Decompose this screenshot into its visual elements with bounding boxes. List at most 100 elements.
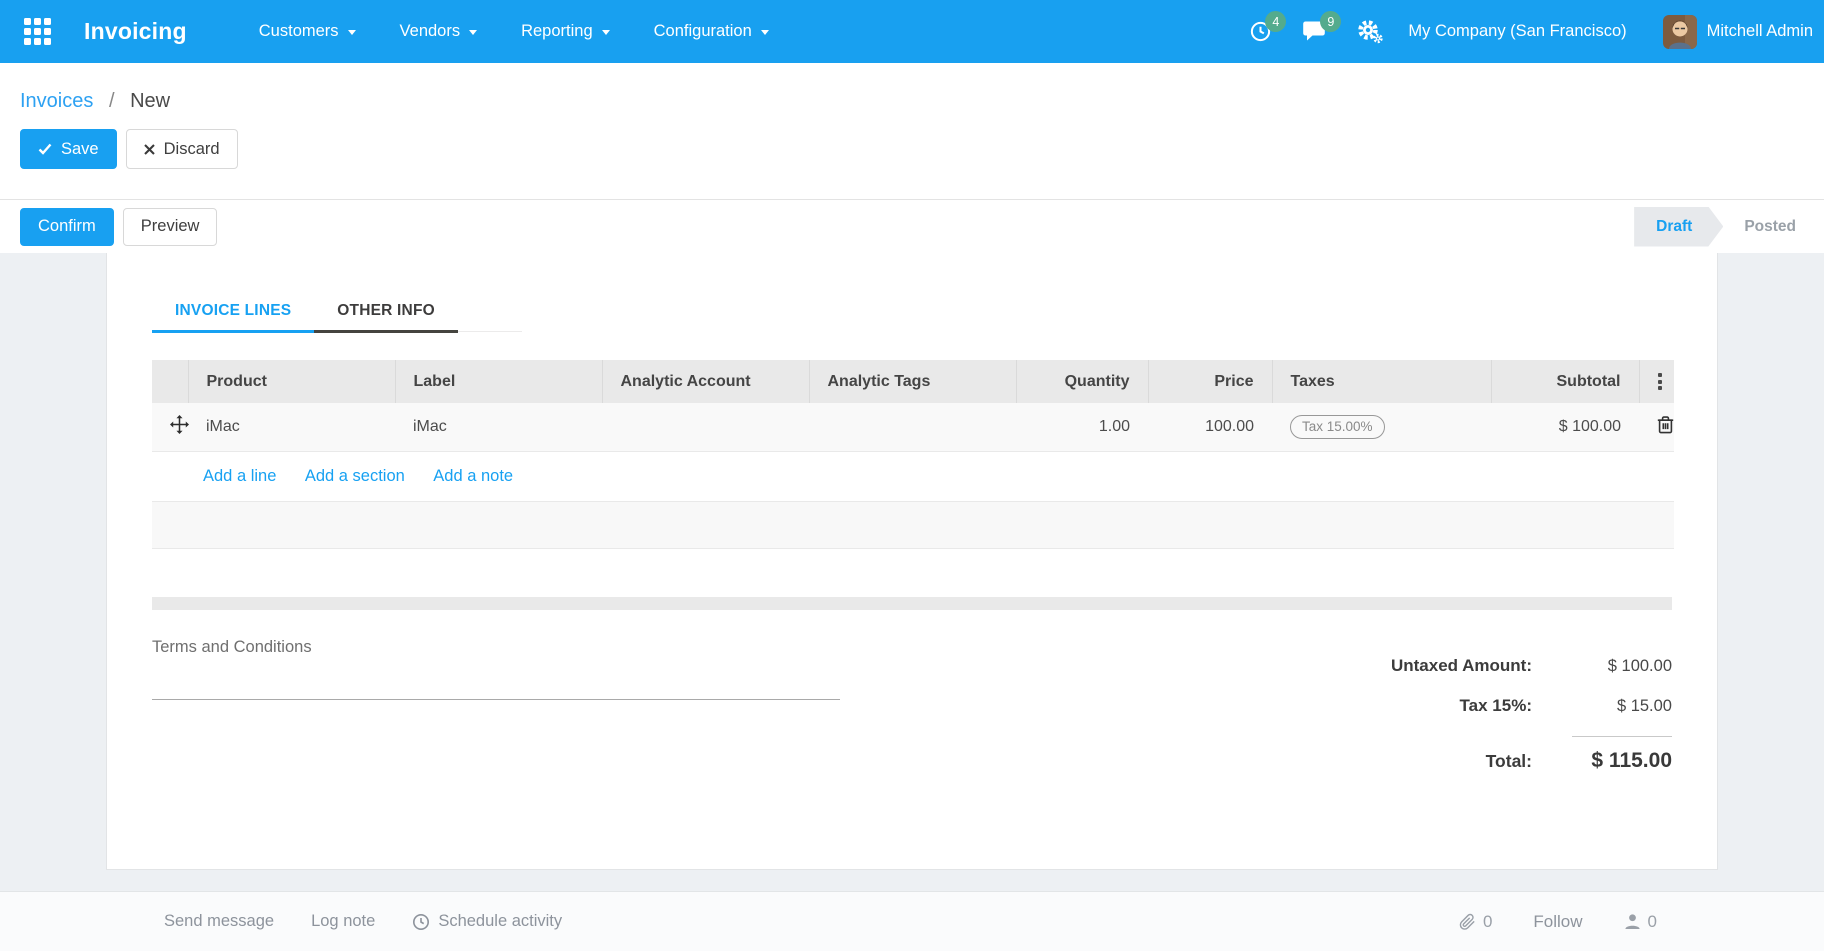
cell-product[interactable]: iMac <box>188 403 395 452</box>
chatter-right: 0 Follow 0 <box>1459 912 1657 932</box>
messages-button[interactable]: 9 <box>1302 11 1342 43</box>
statusbar: Confirm Preview Draft Posted <box>0 199 1824 253</box>
gears-icon <box>1358 20 1384 44</box>
followers-count: 0 <box>1647 911 1657 931</box>
move-icon <box>170 414 189 434</box>
confirm-button[interactable]: Confirm <box>20 207 114 246</box>
save-button[interactable]: Save <box>20 129 117 169</box>
trash-icon <box>1657 416 1674 434</box>
discard-button[interactable]: Discard <box>125 129 238 169</box>
menu-configuration[interactable]: Configuration <box>654 22 769 41</box>
cell-analytic-tags[interactable] <box>809 403 1016 452</box>
user-menu[interactable]: Mitchell Admin <box>1707 22 1813 41</box>
total-label: Total: <box>1485 750 1532 771</box>
notebook-tabs: INVOICE LINES OTHER INFO <box>152 302 522 333</box>
terms-label: Terms and Conditions <box>152 637 312 656</box>
chevron-down-icon <box>347 30 356 35</box>
chevron-down-icon <box>760 30 769 35</box>
schedule-activity-button[interactable]: Schedule activity <box>412 912 562 931</box>
navbar-systray: 4 9 My Company (San Francisco) Mitchell … <box>1249 11 1813 49</box>
followers-button[interactable]: 0 <box>1624 912 1657 932</box>
tax-label: Tax 15%: <box>1459 695 1532 715</box>
cell-quantity[interactable]: 1.00 <box>1016 403 1148 452</box>
breadcrumb-separator: / <box>108 90 115 112</box>
total-row: Total: $ 115.00 <box>1391 749 1672 773</box>
cell-label[interactable]: iMac <box>395 403 602 452</box>
log-note-button[interactable]: Log note <box>311 912 375 931</box>
totals-block: Untaxed Amount: $ 100.00 Tax 15%: $ 15.0… <box>1391 638 1672 793</box>
empty-list-row <box>152 501 1674 549</box>
add-a-note-link[interactable]: Add a note <box>433 467 513 485</box>
close-icon <box>143 143 155 155</box>
user-avatar[interactable] <box>1662 14 1697 49</box>
delete-line-button[interactable] <box>1639 403 1674 452</box>
chatter-bar: Send message Log note Schedule activity … <box>0 891 1824 951</box>
invoice-lines-table: Product Label Analytic Account Analytic … <box>152 360 1674 549</box>
settings-button[interactable] <box>1357 19 1384 44</box>
column-product[interactable]: Product <box>187 360 395 403</box>
paperclip-icon <box>1459 913 1475 930</box>
follow-button[interactable]: Follow <box>1533 912 1582 932</box>
tax-tag[interactable]: Tax 15.00% <box>1290 414 1385 439</box>
horizontal-scrollbar[interactable] <box>152 596 1672 610</box>
tax-value: $ 15.00 <box>1616 696 1672 715</box>
avatar-image <box>1662 14 1697 49</box>
form-buttons: Save Discard <box>20 129 1824 169</box>
chevron-down-icon <box>469 30 478 35</box>
untaxed-amount-label: Untaxed Amount: <box>1390 655 1532 675</box>
cell-taxes[interactable]: Tax 15.00% <box>1272 403 1491 452</box>
clock-icon <box>413 913 430 930</box>
column-subtotal[interactable]: Subtotal <box>1490 360 1639 403</box>
untaxed-amount-value: $ 100.00 <box>1607 656 1672 675</box>
untaxed-amount-row: Untaxed Amount: $ 100.00 <box>1391 656 1672 676</box>
person-icon <box>1624 914 1640 930</box>
terms-input[interactable] <box>152 698 840 700</box>
apps-grid-icon[interactable] <box>24 18 51 45</box>
app-title[interactable]: Invoicing <box>84 18 187 45</box>
state-stepper: Draft Posted <box>1634 207 1800 247</box>
column-taxes[interactable]: Taxes <box>1271 360 1491 403</box>
tax-row: Tax 15%: $ 15.00 <box>1391 696 1672 716</box>
check-icon <box>38 143 52 155</box>
breadcrumb-current: New <box>130 90 171 112</box>
table-header-row: Product Label Analytic Account Analytic … <box>152 360 1674 403</box>
state-posted[interactable]: Posted <box>1744 218 1796 236</box>
drag-handle[interactable] <box>152 403 189 452</box>
state-draft[interactable]: Draft <box>1634 207 1723 247</box>
cell-price[interactable]: 100.00 <box>1148 403 1272 452</box>
attachments-count: 0 <box>1482 911 1493 931</box>
control-panel: Invoices / New Save Discard <box>0 63 1824 199</box>
column-quantity[interactable]: Quantity <box>1015 360 1148 403</box>
sheet-footer: Terms and Conditions Untaxed Amount: $ 1… <box>152 638 1672 793</box>
top-navbar: Invoicing Customers Vendors Reporting Co… <box>0 0 1824 63</box>
menu-reporting[interactable]: Reporting <box>521 22 610 41</box>
column-price[interactable]: Price <box>1147 360 1272 403</box>
column-analytic-account[interactable]: Analytic Account <box>601 360 809 403</box>
attachments-button[interactable]: 0 <box>1459 912 1492 932</box>
preview-button[interactable]: Preview <box>122 207 218 246</box>
company-switcher[interactable]: My Company (San Francisco) <box>1408 22 1626 41</box>
activity-count-badge: 4 <box>1265 11 1287 32</box>
add-links-row: Add a line Add a section Add a note <box>152 451 1674 502</box>
invoice-line-row[interactable]: iMac iMac 1.00 100.00 Tax 15.00% $ 100.0… <box>152 403 1674 452</box>
add-a-section-link[interactable]: Add a section <box>305 467 405 485</box>
terms-group: Terms and Conditions <box>152 638 840 793</box>
total-separator <box>1572 735 1672 737</box>
column-analytic-tags[interactable]: Analytic Tags <box>808 360 1016 403</box>
total-value: $ 115.00 <box>1591 748 1672 772</box>
column-label[interactable]: Label <box>394 360 602 403</box>
add-a-line-link[interactable]: Add a line <box>203 467 276 485</box>
handle-column-header <box>152 360 188 403</box>
invoice-sheet: INVOICE LINES OTHER INFO Product Label A… <box>106 253 1718 870</box>
menu-vendors[interactable]: Vendors <box>400 22 478 41</box>
menu-customers[interactable]: Customers <box>259 22 356 41</box>
optional-columns-toggle[interactable] <box>1638 360 1674 403</box>
breadcrumb: Invoices / New <box>20 90 1824 113</box>
cell-subtotal: $ 100.00 <box>1491 403 1639 452</box>
breadcrumb-invoices-link[interactable]: Invoices <box>20 90 93 112</box>
send-message-button[interactable]: Send message <box>164 912 274 931</box>
tab-other-info[interactable]: OTHER INFO <box>314 302 458 333</box>
tab-invoice-lines[interactable]: INVOICE LINES <box>152 302 315 333</box>
activities-button[interactable]: 4 <box>1249 11 1287 43</box>
cell-analytic-account[interactable] <box>602 403 809 452</box>
